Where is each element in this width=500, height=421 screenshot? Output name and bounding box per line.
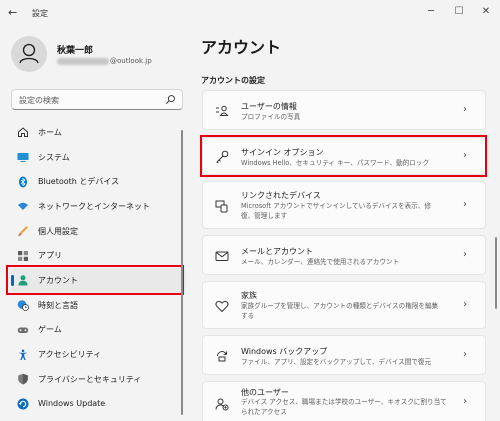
backup-icon xyxy=(217,351,227,362)
family-heart-icon xyxy=(215,300,229,313)
search-placeholder: 設定の検索 xyxy=(19,96,59,105)
chevron-right-icon: › xyxy=(463,104,467,115)
back-arrow-icon[interactable]: ← xyxy=(8,6,22,20)
card-description: Microsoft アカウントでサインインしているデバイスを表示、修復、管理しま… xyxy=(241,202,431,220)
sidebar-item-label: システム xyxy=(38,152,70,162)
title-bar: ← 設定 ─ ☐ ✕ xyxy=(0,0,500,26)
user-avatar-icon xyxy=(19,43,39,64)
sidebar-item-label: 時刻と言語 xyxy=(38,300,78,310)
search-icon xyxy=(166,95,175,104)
sidebar-item-label: Windows Update xyxy=(38,399,106,409)
sidebar-item-time-language[interactable]: 時刻と言語 xyxy=(11,293,186,318)
page-title: アカウント xyxy=(201,38,282,57)
shield-icon xyxy=(17,373,29,385)
sidebar-item-label: ホーム xyxy=(38,127,62,137)
card-other-users[interactable]: 他のユーザー デバイス アクセス、職場または学校のユーザー、キオスクに割り当てら… xyxy=(202,381,486,421)
other-users-icon xyxy=(215,398,229,411)
card-title: ユーザーの情報 xyxy=(241,102,297,111)
sidebar-scrollbar[interactable] xyxy=(181,130,183,415)
gamepad-icon xyxy=(17,324,29,336)
sidebar-item-accessibility[interactable]: アクセシビリティ xyxy=(11,342,186,367)
card-description: メール、カレンダー、連絡先で使用されるアカウント xyxy=(241,258,400,266)
card-linked-devices[interactable]: リンクされたデバイス Microsoft アカウントでサインインしているデバイス… xyxy=(202,181,486,229)
main-scrollbar[interactable] xyxy=(495,237,497,309)
sidebar-item-label: 個人用設定 xyxy=(38,226,78,236)
globe-clock-icon xyxy=(17,299,29,312)
card-email-accounts[interactable]: メールとアカウント メール、カレンダー、連絡先で使用されるアカウント › xyxy=(202,235,486,275)
minimize-icon[interactable]: ─ xyxy=(424,5,438,19)
avatar[interactable] xyxy=(11,36,47,72)
card-title: メールとアカウント xyxy=(241,247,313,256)
sidebar-item-privacy[interactable]: プライバシーとセキュリティ xyxy=(11,367,186,392)
sidebar-item-label: アクセシビリティ xyxy=(38,350,102,360)
chevron-right-icon: › xyxy=(463,199,467,210)
chevron-right-icon: › xyxy=(463,249,467,260)
card-description: デバイス アクセス、職場または学校のユーザー、キオスクに割り当てられたアクセス xyxy=(241,398,447,416)
card-windows-backup[interactable]: Windows バックアップ ファイル、アプリ、設定をバックアップして、デバイス… xyxy=(202,335,486,375)
sidebar-item-label: Bluetooth とデバイス xyxy=(38,177,120,187)
email-domain: @outlook.jp xyxy=(110,57,152,65)
sidebar-item-label: アプリ xyxy=(38,251,62,261)
display-icon xyxy=(17,151,29,163)
wifi-icon xyxy=(17,200,29,212)
sidebar-item-home[interactable]: ホーム xyxy=(11,120,186,145)
card-title: リンクされたデバイス xyxy=(241,191,321,200)
bluetooth-icon xyxy=(17,176,29,188)
apps-icon xyxy=(17,250,29,262)
chevron-right-icon: › xyxy=(463,299,467,310)
card-description: プロファイルの写真 xyxy=(241,113,301,121)
update-icon xyxy=(17,398,29,410)
sidebar-item-label: プライバシーとセキュリティ xyxy=(38,374,142,384)
section-heading: アカウントの設定 xyxy=(201,76,265,85)
close-icon[interactable]: ✕ xyxy=(479,5,493,19)
card-title: 家族 xyxy=(241,291,257,300)
user-name: 秋葉一郎 xyxy=(57,46,94,56)
card-title: 他のユーザー xyxy=(241,388,289,397)
search-input[interactable]: 設定の検索 xyxy=(11,89,183,110)
sidebar-item-label: ネットワークとインターネット xyxy=(38,201,150,211)
sidebar-item-label: ゲーム xyxy=(38,325,62,335)
maximize-icon[interactable]: ☐ xyxy=(452,5,466,19)
card-family[interactable]: 家族 家族グループを管理し、アカウントの種類とデバイスの権限を編集する › xyxy=(202,281,486,329)
linked-devices-icon xyxy=(215,200,228,213)
user-info-icon xyxy=(216,105,229,116)
sidebar-item-system[interactable]: システム xyxy=(11,145,186,170)
chevron-right-icon: › xyxy=(463,349,467,360)
sidebar-item-gaming[interactable]: ゲーム xyxy=(11,318,186,343)
card-user-info[interactable]: ユーザーの情報 プロファイルの写真 › xyxy=(202,90,486,130)
sidebar-item-personalization[interactable]: 個人用設定 xyxy=(11,219,186,244)
highlight-box-accounts xyxy=(6,265,184,295)
sidebar-item-windows-update[interactable]: Windows Update xyxy=(11,392,186,417)
card-title: Windows バックアップ xyxy=(241,347,328,356)
card-description: 家族グループを管理し、アカウントの種類とデバイスの権限を編集する xyxy=(241,302,439,320)
mail-icon xyxy=(215,251,229,261)
home-icon xyxy=(17,126,29,138)
user-email: @outlook.jp xyxy=(57,57,152,65)
chevron-right-icon: › xyxy=(463,396,467,407)
highlight-box-sign-in xyxy=(200,135,487,177)
card-description: ファイル、アプリ、設定をバックアップして、デバイス間で復元 xyxy=(241,358,432,366)
sidebar-item-network[interactable]: ネットワークとインターネット xyxy=(11,194,186,219)
accessibility-icon xyxy=(17,349,29,361)
sidebar-item-bluetooth[interactable]: Bluetooth とデバイス xyxy=(11,169,186,194)
app-title: 設定 xyxy=(32,9,48,18)
brush-icon xyxy=(17,225,29,237)
email-redaction xyxy=(57,57,109,65)
